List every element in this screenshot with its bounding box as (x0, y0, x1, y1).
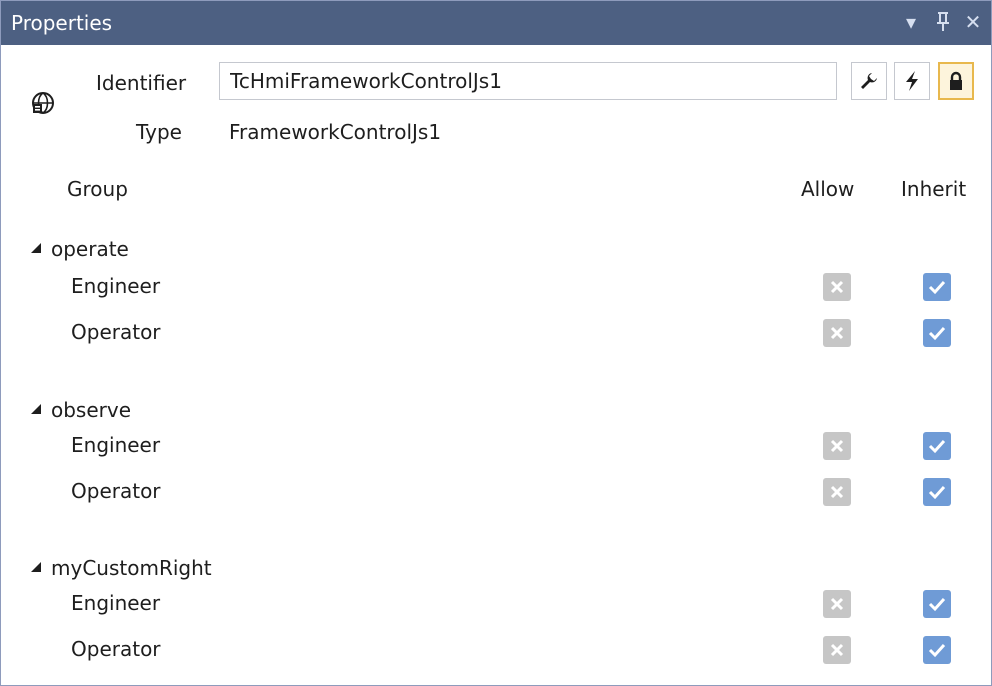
member-name: Operator (71, 479, 161, 503)
allow-checkbox-denied[interactable] (823, 636, 851, 664)
access-rights-button[interactable] (938, 62, 974, 100)
type-label: Type (136, 120, 182, 144)
x-icon (830, 643, 844, 657)
type-value: FrameworkControlJs1 (229, 120, 442, 144)
pin-icon[interactable] (931, 9, 955, 35)
allow-checkbox-denied[interactable] (823, 590, 851, 618)
close-icon[interactable]: ✕ (961, 9, 985, 35)
events-button[interactable] (894, 62, 930, 100)
identifier-input[interactable] (219, 62, 837, 100)
panel-titlebar: Properties ▾ ✕ (1, 1, 991, 45)
member-name: Engineer (71, 433, 161, 457)
x-icon (830, 326, 844, 340)
group-row-mycustomright[interactable]: myCustomRight (31, 556, 212, 580)
inherit-checkbox-checked[interactable] (923, 432, 951, 460)
x-icon (830, 439, 844, 453)
checkmark-icon (928, 326, 946, 341)
member-name: Operator (71, 320, 161, 344)
inherit-checkbox-checked[interactable] (923, 636, 951, 664)
allow-checkbox-denied[interactable] (823, 478, 851, 506)
inherit-checkbox-checked[interactable] (923, 590, 951, 618)
panel-title: Properties (11, 11, 113, 35)
member-name: Engineer (71, 274, 161, 298)
properties-button[interactable] (851, 62, 887, 100)
lock-icon (950, 71, 962, 90)
allow-checkbox-denied[interactable] (823, 319, 851, 347)
column-header-inherit: Inherit (901, 177, 967, 201)
checkmark-icon (928, 643, 946, 658)
inherit-checkbox-checked[interactable] (923, 319, 951, 347)
member-name: Engineer (71, 591, 161, 615)
group-name: myCustomRight (51, 556, 212, 580)
group-name: observe (51, 398, 132, 422)
column-header-group: Group (67, 177, 128, 201)
lightning-icon (906, 71, 918, 91)
inherit-checkbox-checked[interactable] (923, 478, 951, 506)
x-icon (830, 597, 844, 611)
checkmark-icon (928, 439, 946, 454)
x-icon (830, 485, 844, 499)
inherit-checkbox-checked[interactable] (923, 273, 951, 301)
collapse-triangle-icon[interactable] (31, 403, 41, 414)
group-name: operate (51, 237, 129, 261)
wrench-icon (861, 73, 877, 89)
x-icon (830, 280, 844, 294)
dropdown-icon[interactable]: ▾ (899, 9, 923, 35)
group-row-operate[interactable]: operate (31, 237, 129, 261)
checkmark-icon (928, 597, 946, 612)
column-header-allow: Allow (801, 177, 855, 201)
collapse-triangle-icon[interactable] (31, 242, 41, 253)
globe-icon (32, 92, 54, 114)
allow-checkbox-denied[interactable] (823, 432, 851, 460)
identifier-label: Identifier (96, 71, 187, 95)
checkmark-icon (928, 485, 946, 500)
checkmark-icon (928, 280, 946, 295)
properties-panel: Properties ▾ ✕ Identifier Type Fr (0, 0, 992, 686)
group-row-observe[interactable]: observe (31, 398, 131, 422)
member-name: Operator (71, 637, 161, 661)
collapse-triangle-icon[interactable] (31, 561, 41, 572)
allow-checkbox-denied[interactable] (823, 273, 851, 301)
